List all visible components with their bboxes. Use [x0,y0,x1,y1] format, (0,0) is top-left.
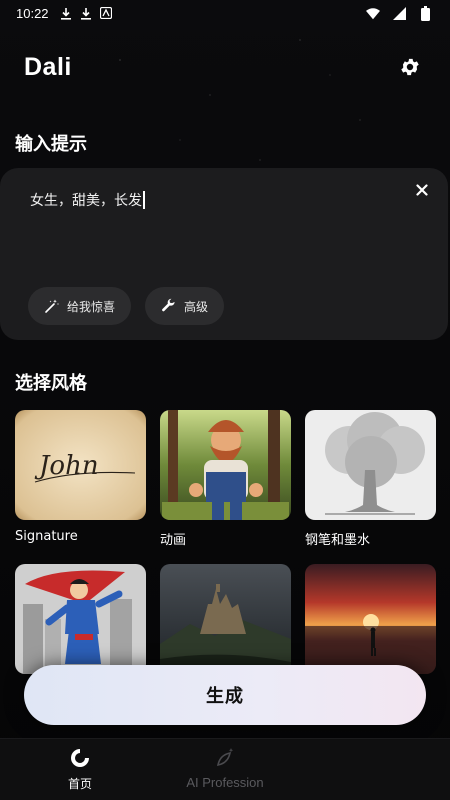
app-notification-icon [99,6,113,20]
nav-label-home: 首页 [67,777,92,791]
style-card-sunset[interactable] [305,564,436,674]
nav-label-ai-profession: AI Profession [186,775,264,790]
status-bar: 10:22 [0,0,450,26]
surprise-me-button[interactable]: 给我惊喜 [28,287,132,325]
signature-preview-text: John [34,451,99,481]
wifi-icon [366,6,380,20]
status-time: 10:22 [16,5,49,21]
generate-button[interactable]: 生成 [24,665,426,725]
status-right [366,5,438,21]
prompt-section-title: 输入提示 [15,134,87,155]
app-screen: 10:22 Dali 输入提示 女生，甜美，长发 给我惊喜 高级 选择风格 Jo… [0,0,450,800]
advanced-button[interactable]: 高级 [145,287,225,325]
home-swirl-icon [69,747,91,769]
signal-icon [392,6,406,20]
settings-button[interactable] [396,55,424,83]
style-section-title: 选择风格 [15,373,87,394]
style-card-signature[interactable]: John [15,410,146,520]
prompt-card: 女生，甜美，长发 给我惊喜 高级 [0,168,448,340]
download-icon [79,6,93,20]
fantasy-thumbnail [160,564,291,674]
download-icon [59,6,73,20]
style-label-animation: 动画 [160,533,187,548]
surprise-me-label: 给我惊喜 [67,299,116,314]
generate-label: 生成 [206,686,244,707]
bottom-nav: 首页 AI Profession [0,738,450,800]
signature-thumbnail: John [15,410,146,520]
style-label-signature: Signature [15,529,78,544]
animation-thumbnail [160,410,291,520]
advanced-label: 高级 [184,299,209,314]
prompt-input-value: 女生，甜美，长发 [30,193,142,209]
style-card-pen-ink[interactable] [305,410,436,520]
wrench-icon [161,298,177,314]
style-label-pen-ink: 钢笔和墨水 [305,533,371,548]
nav-item-home[interactable]: 首页 [40,739,120,800]
battery-icon [418,5,432,21]
comic-thumbnail [15,564,146,674]
nav-item-ai-profession[interactable]: AI Profession [170,739,280,800]
sparkle-leaf-icon [214,747,236,769]
style-card-fantasy[interactable] [160,564,291,674]
style-card-animation[interactable] [160,410,291,520]
prompt-input[interactable]: 女生，甜美，长发 [30,190,145,210]
text-caret [143,191,145,209]
clear-prompt-button[interactable] [412,180,432,200]
magic-wand-icon [44,298,60,314]
sunset-thumbnail [305,564,436,674]
style-card-comic[interactable] [15,564,146,674]
pen-ink-thumbnail [305,410,436,520]
app-title: Dali [24,53,72,81]
close-icon [416,181,428,200]
gear-icon [399,56,421,82]
